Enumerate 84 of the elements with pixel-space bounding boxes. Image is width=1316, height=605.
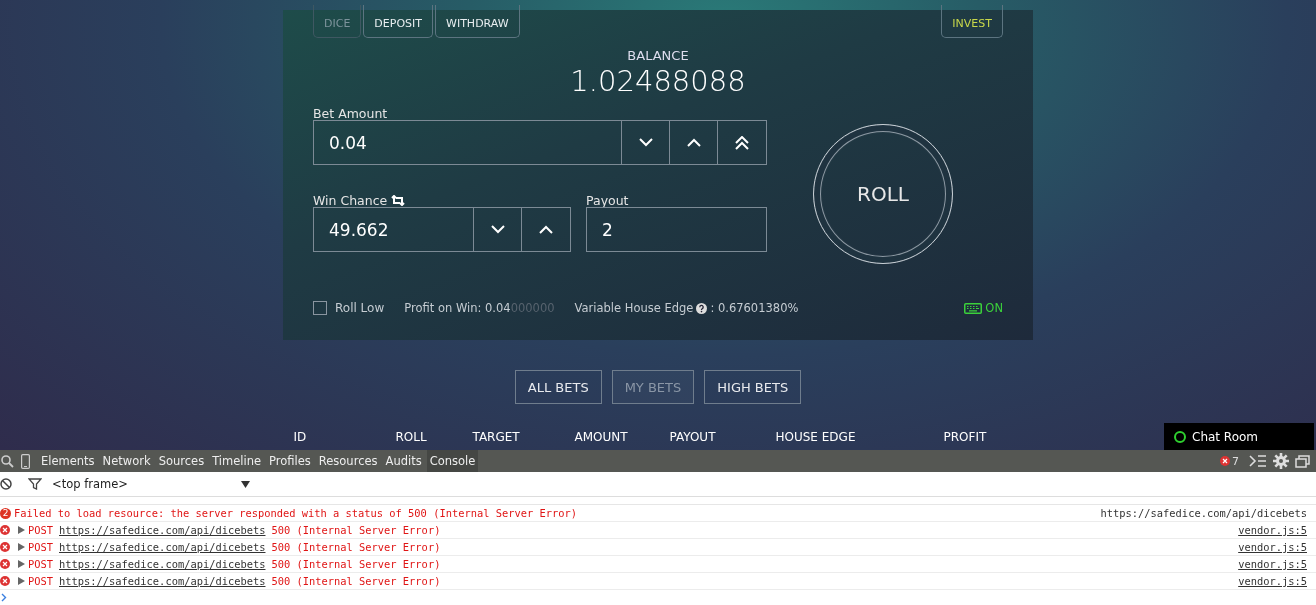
- request-method: POST: [28, 575, 54, 587]
- bets-tab[interactable]: HIGH BETS: [704, 370, 802, 404]
- chat-room-button[interactable]: Chat Room: [1164, 423, 1314, 450]
- source-link[interactable]: vendor.js:5: [1238, 575, 1307, 587]
- double-chevron-up-icon: [735, 135, 749, 150]
- error-status: 500 (Internal Server Error): [271, 524, 441, 536]
- double-increase-button[interactable]: [718, 120, 767, 165]
- roll-button[interactable]: ROLL: [813, 124, 953, 264]
- increase-button[interactable]: [522, 207, 571, 252]
- column-header: AMOUNT: [574, 430, 629, 444]
- error-status: 500 (Internal Server Error): [271, 541, 441, 553]
- house-edge-label: Variable House Edge: [574, 301, 694, 315]
- column-header: ID: [293, 430, 308, 444]
- settings-icon[interactable]: [1273, 453, 1289, 469]
- chevron-down-icon: [490, 225, 505, 234]
- request-method: POST: [28, 541, 54, 553]
- column-header: PROFIT: [943, 430, 988, 444]
- game-tab[interactable]: DEPOSIT: [363, 5, 434, 38]
- request-method: POST: [28, 558, 54, 570]
- hotkeys-toggle[interactable]: ON: [964, 301, 1003, 315]
- column-header: ROLL: [395, 430, 428, 444]
- drawer-icon[interactable]: [1249, 455, 1267, 467]
- devtools-tab[interactable]: Elements: [38, 450, 98, 472]
- increase-button[interactable]: [670, 120, 718, 165]
- dock-icon[interactable]: [1295, 454, 1310, 468]
- keyboard-icon: [964, 302, 983, 314]
- house-edge-value: : 0.67601380%: [710, 301, 799, 315]
- chevron-up-icon: [539, 225, 553, 234]
- frame-select[interactable]: <top frame>: [52, 477, 250, 491]
- bet-amount-label: Bet Amount: [313, 104, 389, 122]
- search-icon[interactable]: [1, 454, 14, 468]
- chevron-down-icon: [638, 138, 653, 147]
- chevron-up-icon: [686, 138, 701, 147]
- devtools-tab[interactable]: Profiles: [266, 450, 314, 472]
- devtools-tab[interactable]: Timeline: [209, 450, 265, 472]
- prompt-chevron-icon[interactable]: [1, 592, 7, 602]
- request-url-link[interactable]: https://safedice.com/api/dicebets: [59, 558, 266, 570]
- error-message: Failed to load resource: the server responded with a status of 500 (Internal Server Error): [14, 507, 577, 519]
- error-status: 500 (Internal Server Error): [271, 575, 441, 587]
- mobile-device-icon[interactable]: [21, 453, 30, 469]
- devtools-tab[interactable]: Resources: [315, 450, 381, 472]
- filter-icon[interactable]: [28, 478, 42, 490]
- column-header: TARGET: [472, 430, 521, 444]
- error-icon: [1220, 456, 1230, 466]
- expand-triangle-icon[interactable]: [18, 560, 25, 568]
- column-header: HOUSE EDGE: [775, 430, 857, 444]
- request-url-link[interactable]: https://safedice.com/api/dicebets: [59, 524, 266, 536]
- bets-tab[interactable]: ALL BETS: [514, 370, 602, 404]
- swap-arrows-icon[interactable]: [391, 195, 406, 206]
- dropdown-arrow-icon: [241, 480, 250, 488]
- balance-value: 1.02488088: [569, 64, 747, 98]
- source-link[interactable]: vendor.js:5: [1238, 541, 1307, 553]
- game-tab[interactable]: WITHDRAW: [435, 5, 520, 38]
- source-link[interactable]: vendor.js:5: [1238, 524, 1307, 536]
- expand-triangle-icon[interactable]: [18, 526, 25, 534]
- bet-amount-field[interactable]: 0.04: [313, 120, 622, 165]
- repeat-count-badge: 2: [0, 507, 11, 519]
- payout-field[interactable]: 2: [586, 207, 767, 252]
- source-link[interactable]: vendor.js:5: [1238, 558, 1307, 570]
- roll-low-label: Roll Low: [335, 301, 385, 315]
- payout-label: Payout: [586, 192, 629, 208]
- decrease-button[interactable]: [474, 207, 522, 252]
- help-icon[interactable]: [696, 302, 708, 314]
- expand-triangle-icon[interactable]: [18, 577, 25, 585]
- win-chance-field[interactable]: 49.662: [313, 207, 474, 252]
- status-ring-icon: [1174, 430, 1186, 443]
- roll-low-checkbox[interactable]: [313, 301, 327, 315]
- devtools-tab[interactable]: Audits: [382, 450, 425, 472]
- invest-button[interactable]: INVEST: [941, 5, 1003, 38]
- balance-label: BALANCE: [626, 48, 690, 63]
- devtools-tab[interactable]: Console: [426, 450, 479, 472]
- request-method: POST: [28, 524, 54, 536]
- request-url-link[interactable]: https://safedice.com/api/dicebets: [59, 541, 266, 553]
- request-url-link[interactable]: https://safedice.com/api/dicebets: [59, 575, 266, 587]
- devtools-tab[interactable]: Sources: [155, 450, 208, 472]
- source-url: https://safedice.com/api/dicebets: [1100, 507, 1307, 519]
- column-header: PAYOUT: [669, 430, 717, 444]
- devtools-tab[interactable]: Network: [99, 450, 154, 472]
- error-count[interactable]: 7: [1232, 454, 1239, 468]
- decrease-button[interactable]: [622, 120, 670, 165]
- clear-console-icon[interactable]: [0, 478, 12, 490]
- win-chance-label: Win Chance: [313, 192, 388, 208]
- expand-triangle-icon[interactable]: [18, 543, 25, 551]
- error-status: 500 (Internal Server Error): [271, 558, 441, 570]
